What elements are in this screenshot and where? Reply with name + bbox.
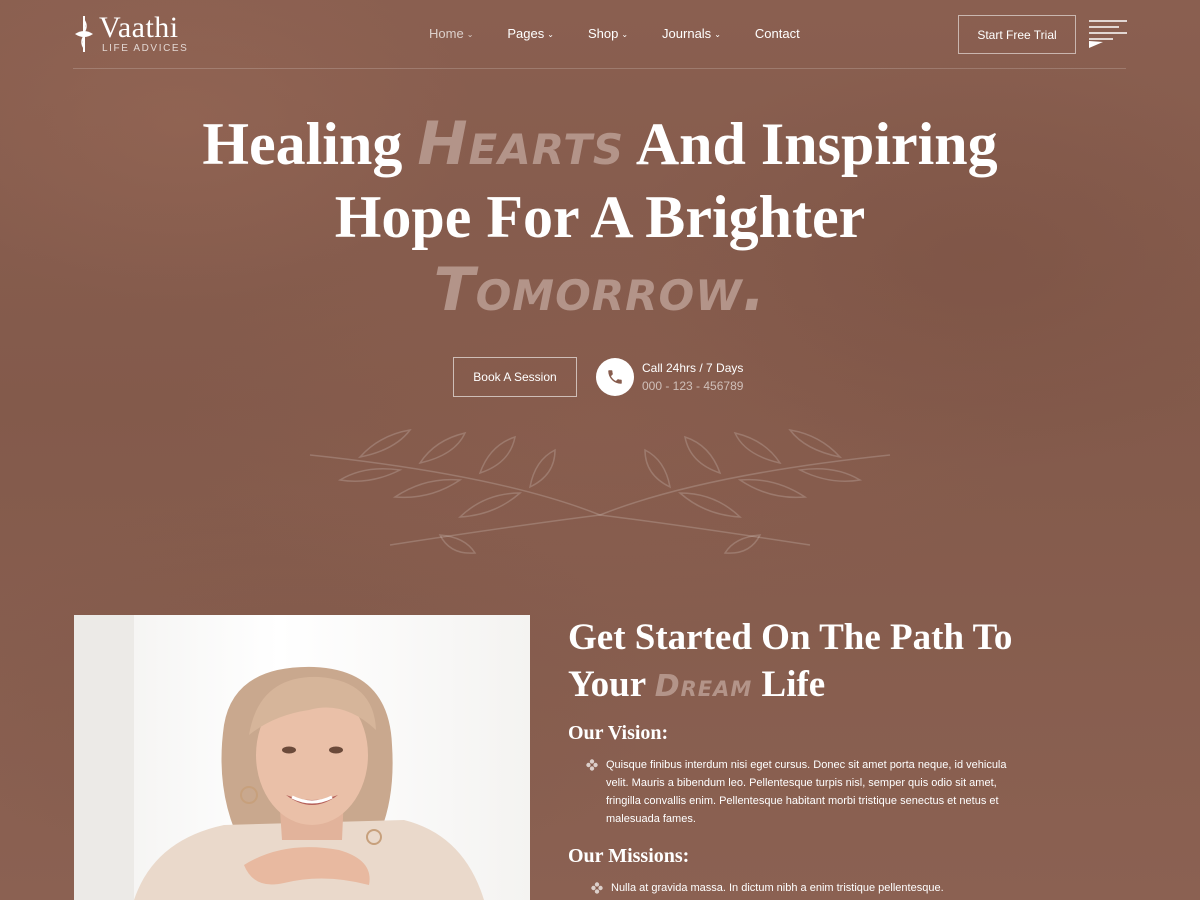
nav-item-contact[interactable]: Contact <box>755 26 800 41</box>
brand-logo[interactable]: Vaathi LIFE ADVICES <box>73 11 189 54</box>
nav-item-label: Pages <box>507 26 545 41</box>
portrait-illustration <box>74 615 484 900</box>
nav-item-label: Contact <box>754 26 800 41</box>
call-label: Call 24hrs / 7 Days <box>642 361 744 375</box>
logo-mark-icon <box>75 16 93 52</box>
about-accent-word: Dream <box>654 669 753 704</box>
missions-heading: Our Missions: <box>568 845 690 867</box>
about-title-part: Get Started On The Path To <box>568 617 1013 658</box>
chevron-down-icon: ⌄ <box>466 30 474 39</box>
brand-tagline: LIFE ADVICES <box>102 43 189 54</box>
hero-accent-word: Hearts <box>417 109 625 179</box>
vision-item: Quisque finibus interdum nisi eget cursu… <box>586 756 1016 828</box>
site-header: Vaathi LIFE ADVICES Home ⌄ Pages ⌄ Shop … <box>73 0 1127 69</box>
nav-item-label: Home <box>429 26 464 41</box>
hero-actions: Book A Session Call 24hrs / 7 Days 000 -… <box>453 357 743 397</box>
laurel-branch-icon <box>309 428 891 554</box>
hero-title-part: Healing <box>202 111 403 177</box>
hero-title-part: Hope For A Brighter <box>334 184 866 250</box>
nav-item-label: Journals <box>662 26 712 41</box>
hero-accent-word: Tomorrow. <box>433 255 767 325</box>
nav-item-label: Shop <box>587 26 619 41</box>
call-info[interactable]: Call 24hrs / 7 Days 000 - 123 - 456789 <box>596 358 743 396</box>
missions-item: Nulla at gravida massa. In dictum nibh a… <box>591 879 1011 897</box>
nav-item-shop[interactable]: Shop ⌄ <box>588 26 628 41</box>
nav-item-pages[interactable]: Pages ⌄ <box>507 26 554 41</box>
chevron-down-icon: ⌄ <box>714 30 721 39</box>
hero-title-part: And Inspiring <box>635 111 998 177</box>
flower-bullet-icon <box>591 882 603 894</box>
hamburger-menu-icon[interactable] <box>1089 20 1127 48</box>
phone-icon <box>596 358 634 396</box>
brand-name: Vaathi <box>99 11 179 44</box>
about-title-part: Your <box>568 664 646 705</box>
start-free-trial-button[interactable]: Start Free Trial <box>958 15 1076 54</box>
nav-item-home[interactable]: Home ⌄ <box>429 26 473 41</box>
vision-heading: Our Vision: <box>568 722 669 744</box>
about-title-part: Life <box>761 664 826 705</box>
nav-item-journals[interactable]: Journals ⌄ <box>662 26 721 41</box>
hero-title: Healing Hearts And Inspiring Hope For A … <box>100 108 1100 327</box>
chevron-down-icon: ⌄ <box>621 30 629 39</box>
missions-text: Nulla at gravida massa. In dictum nibh a… <box>611 882 944 894</box>
book-session-button[interactable]: Book A Session <box>453 357 577 397</box>
vision-text: Quisque finibus interdum nisi eget cursu… <box>606 759 1007 825</box>
chevron-down-icon: ⌄ <box>547 30 554 39</box>
flower-bullet-icon <box>586 759 598 771</box>
counselor-photo <box>74 615 530 900</box>
main-nav: Home ⌄ Pages ⌄ Shop ⌄ Journals ⌄ Contact <box>429 26 800 41</box>
about-title: Get Started On The Path To Your Dream Li… <box>568 614 1128 710</box>
call-number: 000 - 123 - 456789 <box>642 379 744 393</box>
